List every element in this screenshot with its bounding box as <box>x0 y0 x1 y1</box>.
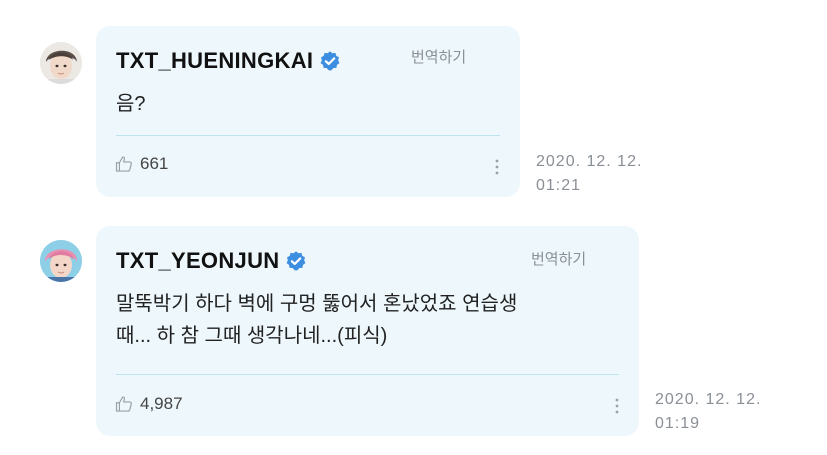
timestamp-date: 2020. 12. 12. <box>536 153 643 170</box>
author-row: TXT_YEONJUN <box>116 248 307 274</box>
divider <box>116 374 619 375</box>
timestamp: 2020. 12. 12. 01:21 <box>536 150 642 198</box>
timestamp-time: 01:19 <box>655 415 701 432</box>
timestamp: 2020. 12. 12. 01:19 <box>655 388 761 436</box>
avatar[interactable] <box>40 42 82 84</box>
comment-item: TXT_YEONJUN 번역하기 말뚝박기 하다 벽에 구멍 뚫어서 혼났었죠 … <box>0 210 827 455</box>
divider <box>116 135 500 136</box>
author-row: TXT_HUENINGKAI <box>116 48 341 74</box>
author-name[interactable]: TXT_HUENINGKAI <box>116 48 313 74</box>
more-options-icon[interactable] <box>614 397 620 415</box>
translate-button[interactable]: 번역하기 <box>531 248 586 269</box>
user-avatar-icon <box>40 240 82 282</box>
comment-item: TXT_HUENINGKAI 번역하기 음? 661 2020. 12. 12.… <box>0 0 827 210</box>
avatar[interactable] <box>40 240 82 282</box>
verified-badge-icon <box>287 251 306 271</box>
like-count: 4,987 <box>140 394 183 413</box>
more-options-icon[interactable] <box>494 158 500 176</box>
comment-text-line: 말뚝박기 하다 벽에 구멍 뚫어서 혼났었죠 연습생 <box>116 293 518 315</box>
user-avatar-icon <box>40 42 82 84</box>
comment-text-line: 때... 하 참 그때 생각나네...(피식) <box>116 325 388 347</box>
comment-text: 음? <box>116 93 146 115</box>
comment-text: 말뚝박기 하다 벽에 구멍 뚫어서 혼났었죠 연습생 때... 하 참 그때 생… <box>116 288 517 352</box>
timestamp-date: 2020. 12. 12. <box>655 391 762 408</box>
thumbs-up-icon <box>115 156 132 172</box>
timestamp-time: 01:21 <box>536 177 582 194</box>
like-button[interactable]: 661 <box>114 154 168 174</box>
like-count: 661 <box>140 154 169 173</box>
verified-badge-icon <box>320 51 340 71</box>
translate-button[interactable]: 번역하기 <box>411 46 466 67</box>
comment-bubble: TXT_HUENINGKAI 번역하기 음? 661 <box>96 26 520 197</box>
like-button[interactable]: 4,987 <box>114 394 183 414</box>
author-name[interactable]: TXT_YEONJUN <box>116 248 279 274</box>
thumbs-up-icon <box>115 396 132 412</box>
comment-bubble: TXT_YEONJUN 번역하기 말뚝박기 하다 벽에 구멍 뚫어서 혼났었죠 … <box>96 226 639 436</box>
